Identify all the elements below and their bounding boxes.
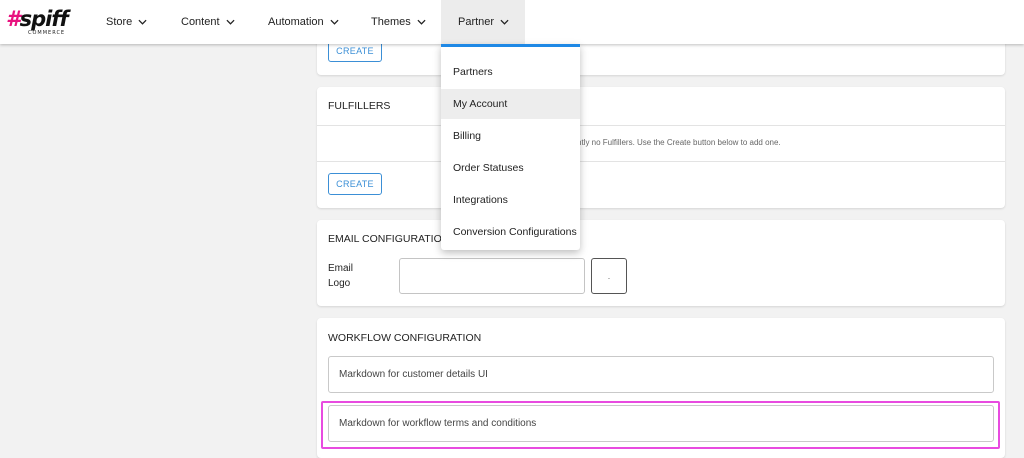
email-logo-label: Email Logo — [328, 261, 353, 291]
chevron-down-icon — [330, 19, 339, 25]
email-logo-label-line2: Logo — [328, 278, 351, 289]
partner-dropdown-menu: Partners My Account Billing Order Status… — [441, 44, 580, 250]
nav-store-label: Store — [106, 16, 133, 28]
nav-content-label: Content — [181, 16, 220, 28]
email-logo-label-line1: Email — [328, 263, 354, 274]
nav-themes-label: Themes — [371, 16, 411, 28]
nav-content[interactable]: Content — [173, 0, 243, 44]
top-navigation-bar: #spiff COMMERCE Store Content Automation… — [0, 0, 1024, 44]
nav-store[interactable]: Store — [98, 0, 155, 44]
create-fulfiller-button[interactable]: CREATE — [328, 173, 382, 195]
fulfillers-empty-message: ntly no Fulfillers. Use the Create butto… — [577, 138, 781, 147]
customer-details-markdown-input[interactable]: Markdown for customer details UI — [328, 356, 994, 393]
logo-subtitle: COMMERCE — [28, 30, 66, 36]
fulfillers-title: FULFILLERS — [328, 100, 391, 112]
logo-wordmark: #spiff — [6, 7, 69, 31]
email-logo-preview-box[interactable]: . — [591, 258, 627, 294]
email-logo-input[interactable] — [399, 258, 585, 294]
menu-item-partners[interactable]: Partners — [441, 57, 580, 87]
nav-themes[interactable]: Themes — [363, 0, 434, 44]
terms-conditions-markdown-input[interactable]: Markdown for workflow terms and conditio… — [328, 405, 994, 442]
chevron-down-icon — [138, 19, 147, 25]
divider — [317, 125, 1005, 126]
nav-automation[interactable]: Automation — [260, 0, 347, 44]
chevron-down-icon — [500, 19, 509, 25]
nav-automation-label: Automation — [268, 16, 324, 28]
nav-partner-label: Partner — [458, 16, 495, 28]
menu-item-billing[interactable]: Billing — [441, 121, 580, 151]
menu-item-my-account[interactable]: My Account — [441, 89, 580, 119]
menu-item-integrations[interactable]: Integrations — [441, 185, 580, 215]
workflow-configuration-title: WORKFLOW CONFIGURATION — [328, 332, 482, 344]
spiff-commerce-logo[interactable]: #spiff COMMERCE — [6, 6, 70, 38]
email-configuration-card: EMAIL CONFIGURATION Email Logo . — [317, 220, 1005, 306]
chevron-down-icon — [225, 19, 235, 25]
workflow-configuration-card: WORKFLOW CONFIGURATION Markdown for cust… — [317, 318, 1005, 458]
divider — [317, 161, 1005, 162]
chevron-down-icon — [417, 19, 426, 25]
menu-item-order-statuses[interactable]: Order Statuses — [441, 153, 580, 183]
menu-item-conversion-configurations[interactable]: Conversion Configurations — [441, 217, 580, 247]
nav-partner[interactable]: Partner — [441, 0, 525, 44]
fulfillers-card: FULFILLERS ntly no Fulfillers. Use the C… — [317, 87, 1005, 208]
email-configuration-title: EMAIL CONFIGURATION — [328, 233, 450, 245]
